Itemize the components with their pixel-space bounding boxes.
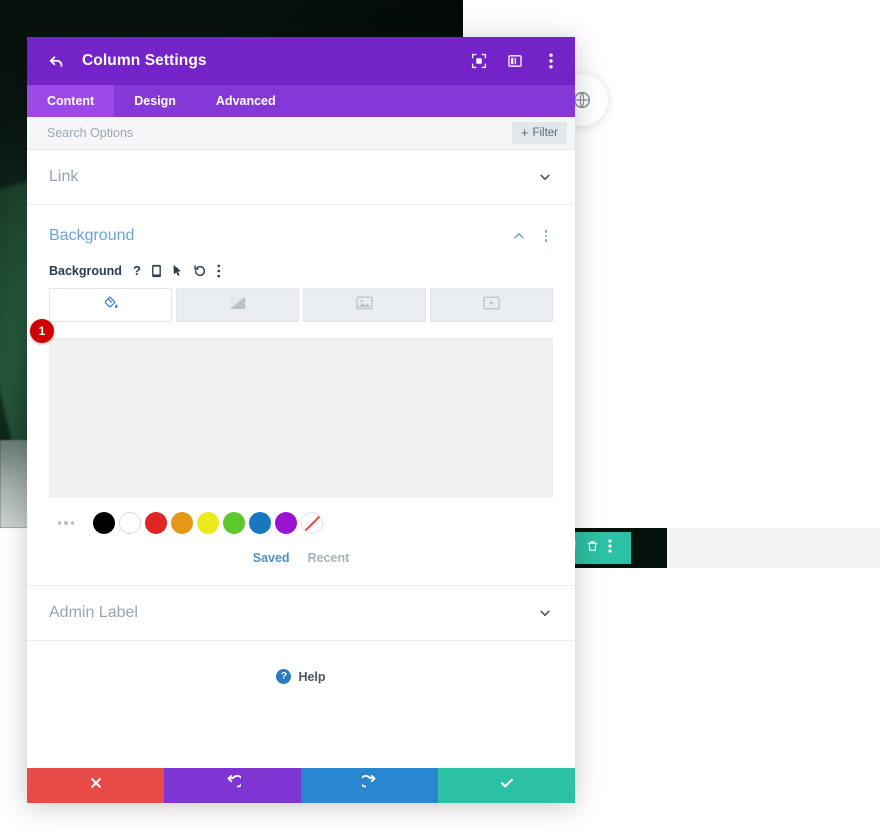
section-background: Background Background ? 1 Saved Recent [27,205,575,586]
help-question-icon[interactable]: ? [133,263,141,278]
background-color-tab[interactable] [49,288,172,322]
trash-icon[interactable] [586,539,599,558]
section-link-label: Link [49,168,79,185]
swatch-blue[interactable] [249,512,271,534]
titlebar-icon-group [469,51,561,71]
tab-design[interactable]: Design [114,85,196,117]
chevron-up-icon[interactable] [511,228,527,244]
filter-button-label: Filter [532,127,558,139]
section-more-vertical-icon[interactable] [539,230,553,242]
focus-view-icon[interactable] [469,51,489,71]
section-admin-label-label: Admin Label [49,604,138,621]
back-arrow-icon[interactable] [44,49,68,73]
checkmark-icon [499,775,515,796]
palette-tab-row: Saved Recent [49,551,553,565]
more-vertical-icon[interactable] [608,538,612,558]
swatch-purple[interactable] [275,512,297,534]
chevron-down-icon[interactable] [537,169,553,185]
swatch-yellow[interactable] [197,512,219,534]
section-background-header[interactable]: Background [49,227,553,245]
background-type-tabs [49,288,553,322]
help-question-glyph: ? [132,263,141,278]
palette-tab-saved[interactable]: Saved [253,551,290,565]
plus-icon: + [520,125,529,140]
search-input[interactable] [47,126,512,140]
redo-button[interactable] [301,768,438,803]
help-question-icon: ? [276,669,292,684]
hover-cursor-icon[interactable] [172,264,183,278]
chevron-down-icon[interactable] [537,605,553,621]
modal-tab-bar: Content Design Advanced [27,85,575,117]
background-video-tab[interactable] [430,288,553,322]
search-options-row: + Filter [27,117,575,150]
paint-bucket-icon [103,295,119,316]
reset-undo-icon[interactable] [193,264,207,278]
page-title: Column Settings [82,52,207,69]
step-badge: 1 [30,319,54,343]
modal-titlebar: Column Settings [27,37,575,85]
section-admin-label[interactable]: Admin Label [27,586,575,641]
section-grey-band [667,528,880,568]
panel-layout-icon[interactable] [505,51,525,71]
swatch-more-icon[interactable] [49,521,83,525]
more-vertical-icon[interactable] [217,264,221,278]
undo-button[interactable] [164,768,301,803]
filter-button[interactable]: + Filter [511,122,567,144]
background-image-tab[interactable] [303,288,426,322]
color-swatch-row [49,512,553,534]
section-link[interactable]: Link [27,150,575,205]
background-gradient-tab[interactable] [176,288,299,322]
tab-advanced[interactable]: Advanced [196,85,296,117]
gradient-icon [229,296,246,315]
column-settings-modal: Column Settings Content Design Advanced … [27,37,575,803]
close-x-icon [89,776,103,795]
modal-body: Link Background Background ? 1 Saved Rec… [27,150,575,768]
save-button[interactable] [438,768,575,803]
video-icon [483,296,500,315]
redo-icon [358,774,378,796]
help-label: Help [298,669,326,684]
more-vertical-icon[interactable] [541,51,561,71]
image-icon [356,296,373,315]
swatch-green[interactable] [223,512,245,534]
help-row[interactable]: ? Help [27,641,575,684]
swatch-white[interactable] [119,512,141,534]
swatch-red[interactable] [145,512,167,534]
responsive-phone-icon[interactable] [151,264,162,278]
modal-footer [27,768,575,803]
background-field-label: Background [49,263,122,278]
swatch-transparent[interactable] [301,512,323,534]
section-background-label: Background [49,227,135,244]
background-field-label-row: Background ? [49,263,553,278]
swatch-orange[interactable] [171,512,193,534]
cancel-button[interactable] [27,768,164,803]
undo-icon [225,774,244,796]
swatch-black[interactable] [93,512,115,534]
palette-tab-recent[interactable]: Recent [308,551,350,565]
background-color-preview[interactable]: 1 [30,319,553,498]
tab-content[interactable]: Content [27,85,115,117]
help-question-glyph: ? [280,670,288,683]
